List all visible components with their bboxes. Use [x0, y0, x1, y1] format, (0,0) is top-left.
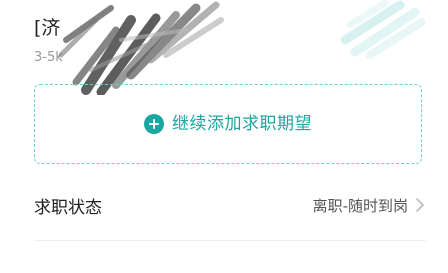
redaction-scribble [58, 1, 224, 95]
chevron-right-icon [416, 198, 424, 212]
job-status-value-group: 离职-随时到岗 [313, 195, 426, 216]
job-status-row[interactable]: 求职状态 离职-随时到岗 [34, 180, 426, 230]
row-divider [34, 240, 426, 241]
add-expectation-button[interactable]: 继续添加求职期望 [34, 84, 422, 164]
plus-circle-icon [144, 114, 164, 134]
job-expectation-card[interactable]: [济 3-5k [0, 0, 448, 95]
job-status-value: 离职-随时到岗 [312, 196, 408, 215]
add-expectation-content: 继续添加求职期望 [144, 114, 312, 134]
redaction-scribble-right [340, 0, 425, 59]
job-status-title: 求职状态 [34, 197, 102, 218]
add-expectation-label: 继续添加求职期望 [172, 114, 312, 134]
